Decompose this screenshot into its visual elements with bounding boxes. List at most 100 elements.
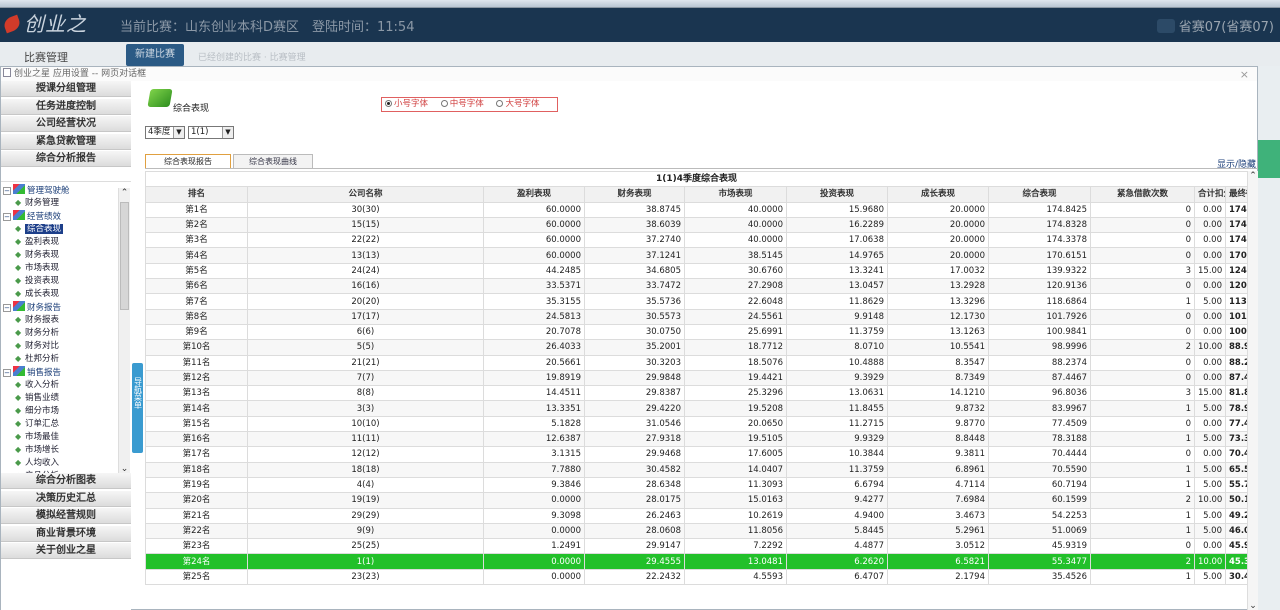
- table-row[interactable]: 第3名 22(22) 60.0000 37.2740 40.0000 17.0638 20.…: [145, 232, 1249, 249]
- table-row[interactable]: 第17名 12(12) 3.1315 29.9468 17.6005 10.3844 9.3…: [145, 446, 1249, 463]
- collapse-icon[interactable]: −: [3, 369, 11, 377]
- leaf-icon: ◆: [15, 250, 22, 259]
- column-header[interactable]: 公司名称: [247, 186, 484, 203]
- collapse-icon[interactable]: −: [3, 187, 11, 195]
- menu-button[interactable]: 模拟经营规则: [1, 508, 131, 524]
- font-option-large[interactable]: 大号字体: [496, 98, 539, 111]
- radio-icon[interactable]: [440, 100, 448, 107]
- table-row[interactable]: 第25名 23(23) 0.0000 22.2432 4.5593 6.4707 2.179…: [145, 568, 1249, 586]
- scroll-up-icon[interactable]: ⌃: [119, 188, 130, 198]
- tree-item[interactable]: ◆ 财务管理: [15, 197, 59, 210]
- collapse-icon[interactable]: −: [3, 304, 11, 312]
- column-header[interactable]: 盈利表现: [483, 186, 585, 203]
- menu-button[interactable]: 任务进度控制: [1, 98, 131, 115]
- table-row[interactable]: 第22名 9(9) 0.0000 28.0608 11.8056 5.8445 5.2961…: [145, 522, 1249, 540]
- table-row[interactable]: 第6名 16(16) 33.5371 33.7472 27.2908 13.0457 13.…: [145, 278, 1249, 295]
- menu-button[interactable]: 紧急贷款管理: [1, 133, 131, 150]
- tree-scrollbar[interactable]: ⌃ ⌄: [118, 188, 130, 473]
- menu-button[interactable]: 授课分组管理: [1, 81, 131, 97]
- nav-tree: − 管理驾驶舱 ◆ 财务管理 − 经营绩效 ◆ 综合表现 ◆ 盈利表现 ◆ 财务表现 ◆ 市场表现 ◆ 投资表…: [1, 181, 131, 473]
- tree-label: 盈利表现: [25, 237, 60, 247]
- menu-button[interactable]: 公司经营状况: [1, 116, 131, 132]
- tab-report[interactable]: 综合表现报告: [145, 154, 231, 169]
- menu-button[interactable]: 综合分析报告: [1, 151, 131, 167]
- tree-group[interactable]: − 财务报告: [3, 301, 61, 314]
- table-row[interactable]: 第14名 3(3) 13.3351 29.4220 19.5208 11.8455 9.87…: [145, 400, 1249, 417]
- menu-button[interactable]: 关于创业之星: [1, 543, 131, 559]
- column-header[interactable]: 紧急借款次数: [1090, 186, 1195, 203]
- column-header[interactable]: 综合表现: [988, 186, 1091, 203]
- tree-item[interactable]: ◆ 投资表现: [15, 275, 59, 288]
- table-row[interactable]: 第5名 24(24) 44.2485 34.6805 30.6760 13.3241 17.…: [145, 262, 1249, 280]
- column-header[interactable]: 财务表现: [584, 186, 685, 203]
- tree-item[interactable]: ◆ 市场表现: [15, 262, 59, 275]
- table-row[interactable]: 第9名 6(6) 20.7078 30.0750 25.6991 11.3759 13.12…: [145, 323, 1249, 341]
- table-row[interactable]: 第10名 5(5) 26.4033 35.2001 18.7712 8.0710 10.55…: [145, 339, 1249, 356]
- table-row[interactable]: 第2名 15(15) 60.0000 38.6039 40.0000 16.2289 20.…: [145, 216, 1249, 234]
- tree-item[interactable]: ◆ 财务对比: [15, 340, 59, 353]
- column-header[interactable]: 投资表现: [786, 186, 888, 203]
- tree-item[interactable]: ◆ 市场增长: [15, 444, 59, 457]
- menu-button[interactable]: 商业背景环境: [1, 525, 131, 542]
- table-row[interactable]: 第12名 7(7) 19.8919 29.9848 19.4421 9.3929 8.734…: [145, 369, 1249, 387]
- tree-item[interactable]: ◆ 订单汇总: [15, 418, 59, 431]
- nav-menu-toggle[interactable]: 导航菜单: [132, 363, 143, 453]
- table-scrollbar[interactable]: ⌃ ⌄: [1247, 171, 1258, 610]
- column-header[interactable]: 市场表现: [684, 186, 787, 203]
- scroll-up-icon[interactable]: ⌃: [1248, 171, 1258, 181]
- tree-item[interactable]: ◆ 财务表现: [15, 249, 59, 262]
- tab-curve[interactable]: 综合表现曲线: [233, 154, 313, 169]
- tree-item[interactable]: ◆ 财务报表: [15, 314, 59, 327]
- round-select[interactable]: 1(1) ▼: [188, 126, 234, 139]
- table-row[interactable]: 第24名 1(1) 0.0000 29.4555 13.0481 6.2620 6.5821…: [145, 553, 1249, 570]
- table-row[interactable]: 第1名 30(30) 60.0000 38.8745 40.0000 15.9680 20.…: [145, 201, 1249, 218]
- table-row[interactable]: 第19名 4(4) 9.3846 28.6348 11.3093 6.6794 4.7114…: [145, 476, 1249, 494]
- menu-button[interactable]: 决策历史汇总: [1, 490, 131, 507]
- column-header[interactable]: 合计扣分: [1194, 186, 1226, 203]
- radio-icon[interactable]: [385, 100, 392, 107]
- tree-item[interactable]: ◆ 盈利表现: [15, 236, 59, 249]
- tree-item[interactable]: ◆ 收入分析: [15, 379, 59, 392]
- tree-item[interactable]: ◆ 综合表现: [15, 223, 64, 236]
- table-row[interactable]: 第13名 8(8) 14.4511 29.8387 25.3296 13.0631 14.1…: [145, 385, 1249, 402]
- scroll-thumb[interactable]: [120, 202, 129, 310]
- table-row[interactable]: 第18名 18(18) 7.7880 30.4582 14.0407 11.3759 6.8…: [145, 461, 1249, 478]
- tree-item[interactable]: ◆ 人均收入: [15, 457, 59, 470]
- table-row[interactable]: 第8名 17(17) 24.5813 30.5573 24.5561 9.9148 12.1…: [145, 308, 1249, 325]
- tree-item[interactable]: ◆ 市场最佳: [15, 431, 59, 444]
- table-row[interactable]: 第21名 29(29) 9.3098 26.2463 10.2619 4.9400 3.46…: [145, 507, 1249, 524]
- new-match-button[interactable]: 新建比赛: [126, 44, 184, 66]
- table-row[interactable]: 第11名 21(21) 20.5661 30.3203 18.5076 10.4888 8.…: [145, 354, 1249, 371]
- radio-icon[interactable]: [496, 100, 504, 107]
- table-row[interactable]: 第15名 10(10) 5.1828 31.0546 20.0650 11.2715 9.8…: [145, 415, 1249, 433]
- table-cell: 65.5590: [1224, 461, 1249, 478]
- table-cell: 24.5561: [684, 308, 787, 325]
- tree-group[interactable]: − 销售报告: [3, 366, 61, 379]
- table-row[interactable]: 第16名 11(11) 12.6387 27.9318 19.5105 9.9329 8.8…: [145, 431, 1249, 448]
- table-row[interactable]: 第23名 25(25) 1.2491 29.9147 7.2292 4.4877 3.051…: [145, 538, 1249, 555]
- quarter-select[interactable]: 4季度 ▼: [145, 126, 185, 139]
- chevron-down-icon[interactable]: ▼: [173, 127, 184, 138]
- table-row[interactable]: 第20名 19(19) 0.0000 28.0175 15.0163 9.4277 7.69…: [145, 492, 1249, 509]
- scroll-down-icon[interactable]: ⌄: [1248, 601, 1258, 610]
- column-header[interactable]: 排名: [145, 186, 248, 203]
- font-option-small[interactable]: 小号字体: [385, 98, 428, 111]
- chevron-down-icon[interactable]: ▼: [222, 127, 233, 138]
- tree-item[interactable]: ◆ 销售业绩: [15, 392, 59, 405]
- column-header[interactable]: 最终得分: [1224, 186, 1249, 203]
- tree-item[interactable]: ◆ 财务分析: [15, 327, 59, 340]
- tree-item[interactable]: ◆ 杜邦分析: [15, 353, 59, 366]
- collapse-icon[interactable]: −: [3, 213, 11, 221]
- user-info[interactable]: 省赛07(省赛07): [1156, 16, 1274, 35]
- menu-button[interactable]: 综合分析图表: [1, 473, 131, 489]
- font-option-medium[interactable]: 中号字体: [440, 98, 484, 111]
- tree-item[interactable]: ◆ 细分市场: [15, 405, 59, 418]
- table-row[interactable]: 第7名 20(20) 35.3155 35.5736 22.6048 11.8629 13.…: [145, 293, 1249, 310]
- tree-item[interactable]: ◆ 成长表现: [15, 288, 59, 301]
- table-row[interactable]: 第4名 13(13) 60.0000 37.1241 38.5145 14.9765 20.…: [145, 247, 1249, 264]
- close-icon[interactable]: ×: [1240, 68, 1249, 81]
- tree-group[interactable]: − 经营绩效: [3, 210, 61, 223]
- scroll-down-icon[interactable]: ⌄: [119, 464, 130, 473]
- column-header[interactable]: 成长表现: [887, 186, 989, 203]
- tree-group[interactable]: − 管理驾驶舱: [3, 184, 70, 197]
